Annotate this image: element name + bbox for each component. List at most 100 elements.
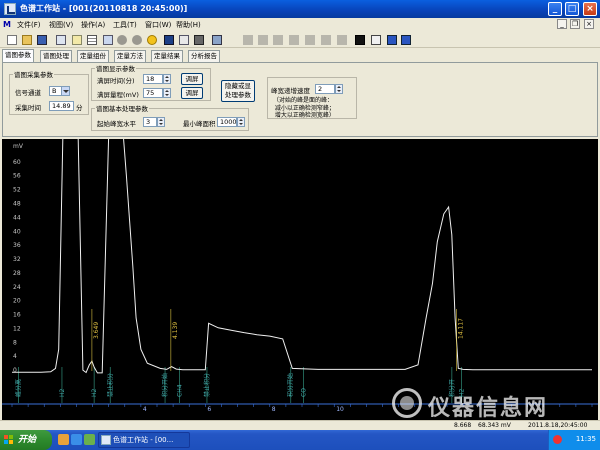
document-menu-icon[interactable]: M xyxy=(3,20,12,29)
tool-button-6[interactable] xyxy=(318,32,332,46)
report-icon xyxy=(72,35,82,45)
tab-chromatogram-params[interactable]: 谱图参数 xyxy=(2,49,34,62)
table-button[interactable] xyxy=(84,32,98,46)
menu-action[interactable]: 操作(A) xyxy=(81,20,105,30)
print-preview-button[interactable] xyxy=(176,32,190,46)
y-tick-label: 52 xyxy=(13,187,21,194)
save-button[interactable] xyxy=(34,32,48,46)
y-axis-label: mV xyxy=(13,143,24,150)
mdi-close-button[interactable]: × xyxy=(584,19,594,29)
printer-icon xyxy=(194,35,204,45)
tool-button-2[interactable] xyxy=(255,32,269,46)
full-time-label: 满屏时间(分) xyxy=(97,77,135,85)
menu-view[interactable]: 视图(V) xyxy=(49,20,73,30)
disabled-tool-icon xyxy=(305,35,315,45)
tray-icon[interactable] xyxy=(553,435,562,444)
tab-quant-results[interactable]: 定量结果 xyxy=(151,50,183,62)
quicklaunch-icon-1[interactable] xyxy=(58,434,69,445)
full-time-spinner[interactable] xyxy=(163,74,171,84)
event-marker-label: 积分开始 xyxy=(287,373,295,397)
menu-help[interactable]: 帮助(H) xyxy=(176,20,201,30)
full-range-field[interactable]: 75 xyxy=(143,88,163,98)
chromatogram-canvas[interactable]: mV605652484440363228242016128404 6 8 10峰分离 H… xyxy=(2,139,598,420)
gray-circle-icon xyxy=(117,35,127,45)
print-button[interactable] xyxy=(191,32,205,46)
open-folder-icon xyxy=(22,35,32,45)
zoom-icon xyxy=(371,35,381,45)
mdi-minimize-button[interactable]: _ xyxy=(557,19,567,29)
settings-button[interactable] xyxy=(209,32,223,46)
tool-button-5[interactable] xyxy=(302,32,316,46)
adjust-time-button[interactable]: 调屏 xyxy=(181,73,203,85)
zoom-button[interactable] xyxy=(368,32,382,46)
tool-button-4[interactable] xyxy=(286,32,300,46)
quicklaunch-icon-3[interactable] xyxy=(84,434,95,445)
chevron-down-icon[interactable] xyxy=(61,86,70,96)
event-marker-label: CH4 xyxy=(177,384,184,397)
hide-process-params-button[interactable]: 隐藏或显 处理参数 xyxy=(221,80,255,102)
tab-analysis-report[interactable]: 分析报告 xyxy=(188,50,220,62)
tab-quant-components[interactable]: 定量组份 xyxy=(77,50,109,62)
peak-retention-label: 4.139 xyxy=(172,322,179,339)
menu-tools[interactable]: 工具(T) xyxy=(113,20,137,30)
task-button-label: 色谱工作站 - [00... xyxy=(113,436,174,444)
disabled-tool-icon xyxy=(321,35,331,45)
peak-width-field[interactable]: 2 xyxy=(315,84,335,94)
chromatogram-button[interactable] xyxy=(161,32,175,46)
disabled-tool-icon xyxy=(289,35,299,45)
app-task-icon xyxy=(101,435,111,445)
status-time-value: 8.668 xyxy=(454,422,472,429)
min-area-spinner[interactable] xyxy=(237,117,245,127)
export-button[interactable] xyxy=(53,32,67,46)
new-file-button[interactable] xyxy=(4,32,18,46)
yellow-circle-icon xyxy=(147,35,157,45)
split-button[interactable] xyxy=(100,32,114,46)
maximize-button[interactable]: □ xyxy=(565,2,579,16)
baseline-button[interactable] xyxy=(352,32,366,46)
peak-split-button[interactable] xyxy=(398,32,412,46)
tool-button-7[interactable] xyxy=(334,32,348,46)
split-icon xyxy=(103,35,113,45)
acquire-start-button[interactable] xyxy=(114,32,128,46)
menu-file[interactable]: 文件(F) xyxy=(17,20,41,30)
open-file-button[interactable] xyxy=(19,32,33,46)
acquire-pause-button[interactable] xyxy=(129,32,143,46)
system-tray: 11:35 xyxy=(548,430,600,450)
event-marker-label: 禁止积分 xyxy=(106,373,114,397)
task-button[interactable]: 色谱工作站 - [00... xyxy=(98,432,190,448)
tool-button-1[interactable] xyxy=(240,32,254,46)
mdi-restore-button[interactable]: ❐ xyxy=(570,19,580,29)
threshold-field[interactable]: 3 xyxy=(143,117,157,127)
minimize-button[interactable]: _ xyxy=(548,2,562,16)
close-button[interactable]: × xyxy=(583,2,597,16)
menu-window[interactable]: 窗口(W) xyxy=(145,20,171,30)
threshold-spinner[interactable] xyxy=(157,117,165,127)
new-file-icon xyxy=(7,35,17,45)
x-tick-label: 8 xyxy=(272,406,276,413)
watermark: 仪器信息网 xyxy=(392,388,592,421)
disabled-tool-icon xyxy=(273,35,283,45)
full-time-field[interactable]: 18 xyxy=(143,74,163,84)
full-range-spinner[interactable] xyxy=(163,88,171,98)
peak-mark-button[interactable] xyxy=(384,32,398,46)
y-tick-label: 48 xyxy=(13,200,21,207)
quicklaunch-icon-2[interactable] xyxy=(71,434,82,445)
tab-quant-method[interactable]: 定量方法 xyxy=(114,50,146,62)
min-area-field[interactable]: 1000 xyxy=(217,117,237,127)
start-button[interactable]: 开始 xyxy=(0,430,52,450)
peak-width-spinner[interactable] xyxy=(335,84,343,94)
tab-chromatogram-processing[interactable]: 谱图处理 xyxy=(40,50,72,62)
status-signal-value: 68.343 mV xyxy=(478,422,511,429)
report-button[interactable] xyxy=(69,32,83,46)
chromatogram-chart[interactable]: mV 60 56 52 48 44 40 36 32 28 24 20 16 12 8 4 0 4 6 8 10 峰分离 H… xyxy=(2,139,598,420)
adjust-range-button[interactable]: 调屏 xyxy=(181,87,203,99)
peak-width-hint: （对始的峰是面的峰： 减小以正确检测窄峰； 增大以正确检测宽峰） xyxy=(273,97,335,119)
process-params-title: 谱图基本处理参数 xyxy=(96,105,148,113)
tool-button-3[interactable] xyxy=(270,32,284,46)
acquire-status-button[interactable] xyxy=(144,32,158,46)
y-tick-label: 24 xyxy=(13,284,21,291)
peak-retention-label: 3.649 xyxy=(93,322,100,339)
y-tick-label: 4 xyxy=(13,353,17,360)
event-marker-label: 峰分离 xyxy=(14,379,22,397)
acq-time-field[interactable]: 14.89 xyxy=(49,101,74,111)
